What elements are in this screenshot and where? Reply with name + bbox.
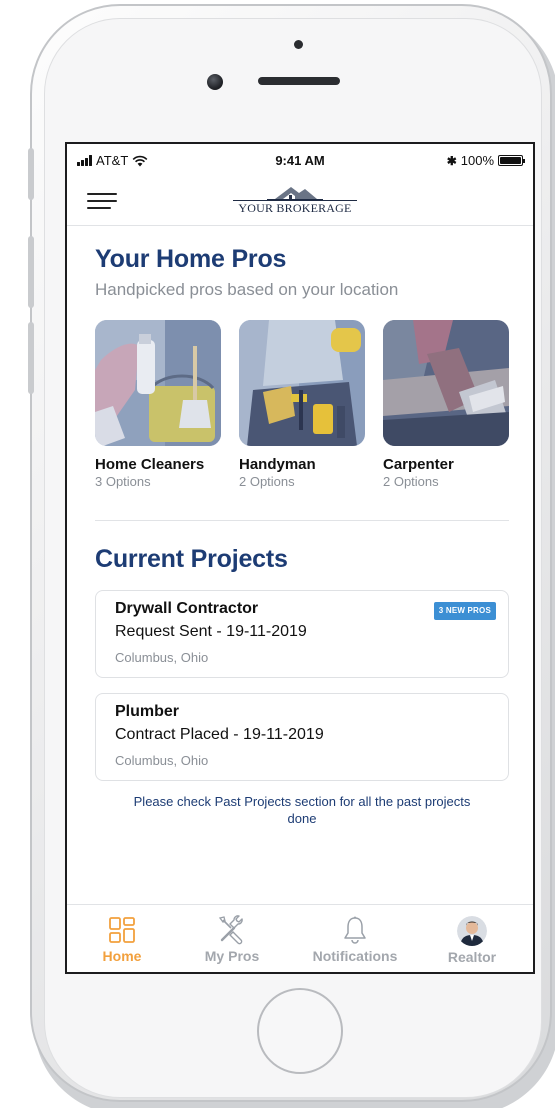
pro-name: Home Cleaners bbox=[95, 456, 205, 473]
tab-label: Home bbox=[102, 948, 142, 964]
avatar bbox=[457, 916, 487, 946]
project-status: Request Sent - 19-11-2019 bbox=[115, 623, 307, 640]
new-pros-badge: 3 NEW PROS bbox=[433, 602, 496, 620]
home-pros-title: Your Home Pros bbox=[95, 245, 287, 273]
carpenter-image bbox=[383, 320, 509, 446]
brand-logo[interactable]: YOUR BROKERAGE bbox=[227, 184, 363, 218]
pro-name: Carpenter bbox=[383, 456, 454, 473]
pro-card-home-cleaners[interactable]: Home Cleaners 3 Options bbox=[95, 320, 221, 489]
section-divider bbox=[95, 520, 509, 521]
status-right: ✱ 100% bbox=[446, 153, 525, 168]
home-pros-subtitle: Handpicked pros based on your location bbox=[95, 280, 399, 299]
handyman-image bbox=[239, 320, 365, 446]
pro-options: 3 Options bbox=[95, 474, 151, 489]
proximity-sensor bbox=[294, 40, 303, 49]
project-location: Columbus, Ohio bbox=[115, 753, 209, 768]
project-name: Drywall Contractor bbox=[115, 600, 259, 617]
volume-up-button bbox=[28, 236, 34, 308]
hamburger-menu-icon[interactable] bbox=[87, 189, 117, 213]
tab-notifications[interactable]: Notifications bbox=[295, 905, 415, 972]
earpiece-speaker bbox=[258, 77, 340, 85]
status-bar: AT&T 9:41 AM ✱ 100% bbox=[67, 144, 533, 176]
project-location: Columbus, Ohio bbox=[115, 650, 209, 665]
bell-icon bbox=[344, 916, 366, 944]
carpenter-gloves-image-icon bbox=[383, 320, 509, 446]
battery-icon bbox=[498, 155, 525, 166]
pro-options: 2 Options bbox=[239, 474, 295, 489]
home-hardware-button[interactable] bbox=[257, 988, 343, 1074]
pro-card-handyman[interactable]: Handyman 2 Options bbox=[239, 320, 365, 489]
app-header: YOUR BROKERAGE bbox=[67, 176, 533, 226]
tab-my-pros[interactable]: My Pros bbox=[177, 905, 287, 972]
pro-card-carpenter[interactable]: Carpenter 2 Options bbox=[383, 320, 509, 489]
house-roof-icon bbox=[267, 187, 323, 200]
project-card-drywall-contractor[interactable]: Drywall Contractor 3 NEW PROS Request Se… bbox=[95, 590, 509, 678]
past-projects-link[interactable]: Please check Past Projects section for a… bbox=[127, 793, 477, 827]
battery-percent: 100% bbox=[460, 153, 494, 168]
tool-belt-image-icon bbox=[239, 320, 365, 446]
main-content: Your Home Pros Handpicked pros based on … bbox=[67, 227, 533, 907]
pro-name: Handyman bbox=[239, 456, 316, 473]
current-projects-title: Current Projects bbox=[95, 545, 288, 573]
pro-options: 2 Options bbox=[383, 474, 439, 489]
brand-name: YOUR BROKERAGE bbox=[233, 200, 357, 215]
mute-switch bbox=[28, 148, 34, 200]
tab-home[interactable]: Home bbox=[67, 905, 177, 972]
battery-fill bbox=[500, 157, 521, 164]
home-cleaners-image bbox=[95, 320, 221, 446]
project-card-plumber[interactable]: Plumber Contract Placed - 19-11-2019 Col… bbox=[95, 693, 509, 781]
grid-icon bbox=[109, 917, 135, 943]
bottom-tab-bar: Home My Pros Notifications Realtor bbox=[67, 904, 533, 972]
tab-label: Realtor bbox=[447, 949, 497, 965]
tab-realtor[interactable]: Realtor bbox=[417, 905, 527, 972]
project-status: Contract Placed - 19-11-2019 bbox=[115, 726, 324, 743]
bluetooth-icon: ✱ bbox=[446, 153, 457, 168]
tab-label: Notifications bbox=[312, 948, 398, 964]
volume-down-button bbox=[28, 322, 34, 394]
tools-icon bbox=[218, 915, 243, 945]
tab-label: My Pros bbox=[204, 948, 260, 964]
app-screen: AT&T 9:41 AM ✱ 100% YOUR BROKERAGE Your … bbox=[65, 142, 535, 974]
cleaning-supplies-image-icon bbox=[95, 320, 221, 446]
project-name: Plumber bbox=[115, 703, 180, 720]
front-camera-icon bbox=[207, 74, 223, 90]
